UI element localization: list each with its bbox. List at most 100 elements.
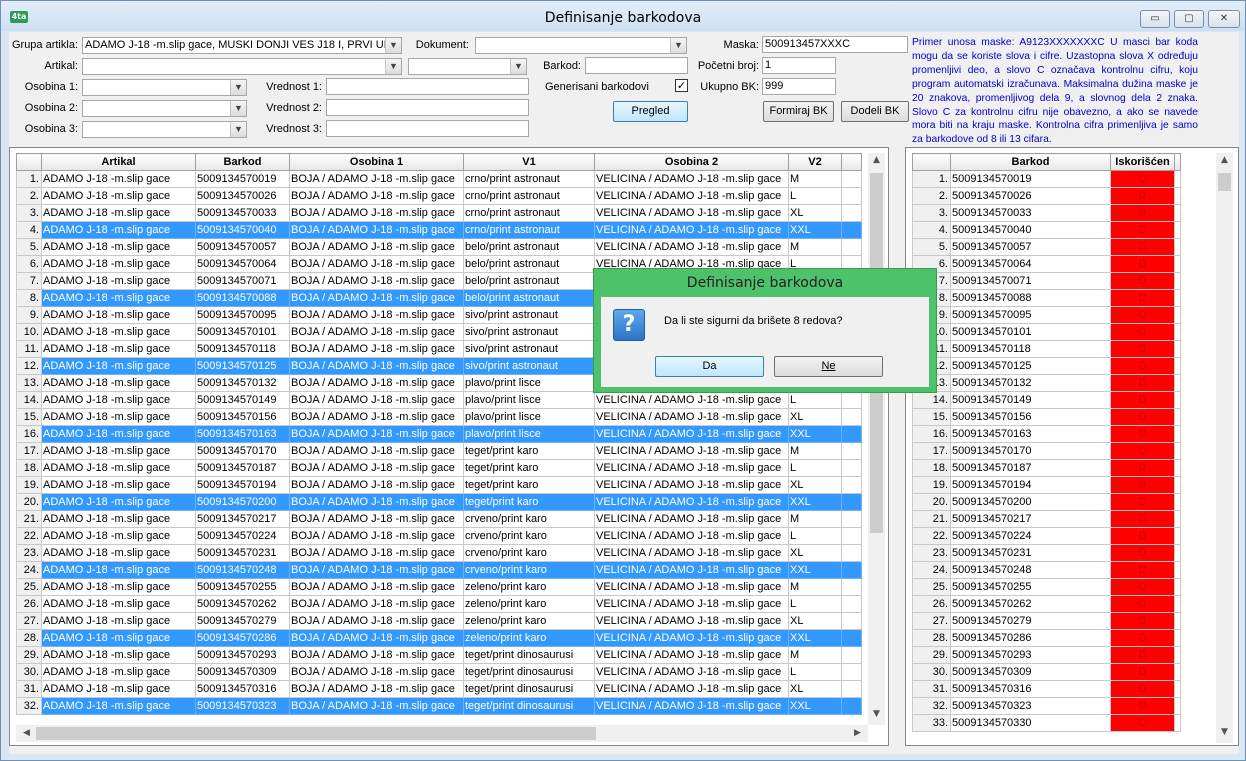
osobina3-combo[interactable]: ▼ bbox=[82, 121, 247, 138]
cell-osobina2[interactable]: VELICINA / ADAMO J-18 -m.slip gace bbox=[594, 425, 789, 443]
cell-osobina1[interactable]: BOJA / ADAMO J-18 -m.slip gace bbox=[289, 646, 464, 664]
cell-barkod[interactable]: 5009134570217 bbox=[195, 510, 290, 528]
col-header-osobina2[interactable]: Osobina 2 bbox=[594, 153, 789, 171]
cell-extra[interactable] bbox=[1174, 170, 1181, 188]
cell-osobina1[interactable]: BOJA / ADAMO J-18 -m.slip gace bbox=[289, 544, 464, 562]
row-number[interactable]: 30. bbox=[16, 663, 42, 681]
cell-v2[interactable]: XXL bbox=[788, 221, 842, 239]
cell-v1[interactable]: plavo/print lisce bbox=[463, 408, 595, 426]
cell-extra[interactable] bbox=[841, 238, 862, 256]
cell-extra[interactable] bbox=[1174, 391, 1181, 409]
main-horizontal-scrollbar[interactable]: ◀ ▶ bbox=[16, 725, 868, 742]
cell-v2[interactable]: L bbox=[788, 187, 842, 205]
cell-extra[interactable] bbox=[1174, 255, 1181, 273]
cell-iskoriscen[interactable]: D bbox=[1110, 374, 1175, 392]
cell-iskoriscen[interactable]: D bbox=[1110, 578, 1175, 596]
cell-v1[interactable]: zeleno/print karo bbox=[463, 612, 595, 630]
cell-v1[interactable]: sivo/print astronaut bbox=[463, 323, 595, 341]
artikal-combo[interactable]: ▼ bbox=[82, 58, 402, 75]
cell-extra[interactable] bbox=[1174, 629, 1181, 647]
cell-osobina1[interactable]: BOJA / ADAMO J-18 -m.slip gace bbox=[289, 425, 464, 443]
table-row[interactable]: 7. 5009134570071 D bbox=[912, 272, 1181, 290]
cell-v2[interactable]: L bbox=[788, 595, 842, 613]
table-row[interactable]: 26. ADAMO J-18 -m.slip gace 5009134570262 B… bbox=[16, 595, 862, 613]
cell-extra[interactable] bbox=[1174, 306, 1181, 324]
row-number[interactable]: 1. bbox=[912, 170, 951, 188]
cell-iskoriscen[interactable]: D bbox=[1110, 306, 1175, 324]
table-row[interactable]: 21. ADAMO J-18 -m.slip gace 5009134570217 B… bbox=[16, 510, 862, 528]
pregled-button[interactable]: Pregled bbox=[613, 101, 688, 122]
cell-osobina2[interactable]: VELICINA / ADAMO J-18 -m.slip gace bbox=[594, 612, 789, 630]
cell-osobina1[interactable]: BOJA / ADAMO J-18 -m.slip gace bbox=[289, 204, 464, 222]
table-row[interactable]: 5. 5009134570057 D bbox=[912, 238, 1181, 256]
table-row[interactable]: 24. 5009134570248 D bbox=[912, 561, 1181, 579]
cell-osobina1[interactable]: BOJA / ADAMO J-18 -m.slip gace bbox=[289, 170, 464, 188]
chevron-down-icon[interactable]: ▼ bbox=[510, 59, 526, 74]
cell-barkod[interactable]: 5009134570125 bbox=[950, 357, 1111, 375]
row-number[interactable]: 16. bbox=[912, 425, 951, 443]
barcode-vertical-scrollbar[interactable]: ▲ ▼ bbox=[1216, 153, 1233, 743]
cell-extra[interactable] bbox=[1174, 221, 1181, 239]
cell-v1[interactable]: zeleno/print karo bbox=[463, 595, 595, 613]
cell-osobina2[interactable]: VELICINA / ADAMO J-18 -m.slip gace bbox=[594, 204, 789, 222]
cell-extra[interactable] bbox=[1174, 408, 1181, 426]
cell-barkod[interactable]: 5009134570095 bbox=[950, 306, 1111, 324]
cell-barkod[interactable]: 5009134570026 bbox=[195, 187, 290, 205]
cell-v2[interactable]: L bbox=[788, 663, 842, 681]
row-number[interactable]: 32. bbox=[912, 697, 951, 715]
row-number[interactable]: 31. bbox=[16, 680, 42, 698]
cell-extra[interactable] bbox=[1174, 680, 1181, 698]
cell-barkod[interactable]: 5009134570125 bbox=[195, 357, 290, 375]
cell-iskoriscen[interactable]: D bbox=[1110, 680, 1175, 698]
table-row[interactable]: 10. 5009134570101 D bbox=[912, 323, 1181, 341]
cell-extra[interactable] bbox=[1174, 561, 1181, 579]
cell-artikal[interactable]: ADAMO J-18 -m.slip gace bbox=[41, 323, 196, 341]
cell-extra[interactable] bbox=[1174, 663, 1181, 681]
cell-osobina2[interactable]: VELICINA / ADAMO J-18 -m.slip gace bbox=[594, 527, 789, 545]
cell-v2[interactable]: XL bbox=[788, 544, 842, 562]
cell-iskoriscen[interactable]: D bbox=[1110, 612, 1175, 630]
formiraj-bk-button[interactable]: Formiraj BK bbox=[763, 101, 834, 122]
osobina1-combo[interactable]: ▼ bbox=[82, 79, 247, 96]
cell-extra[interactable] bbox=[841, 561, 862, 579]
row-number[interactable]: 10. bbox=[16, 323, 42, 341]
row-number[interactable]: 32. bbox=[16, 697, 42, 715]
scroll-left-icon[interactable]: ◀ bbox=[18, 728, 35, 738]
cell-extra[interactable] bbox=[841, 646, 862, 664]
chevron-down-icon[interactable]: ▼ bbox=[670, 38, 686, 53]
cell-v2[interactable]: XXL bbox=[788, 425, 842, 443]
cell-osobina2[interactable]: VELICINA / ADAMO J-18 -m.slip gace bbox=[594, 680, 789, 698]
col-header-v2[interactable]: V2 bbox=[788, 153, 842, 171]
row-number[interactable]: 26. bbox=[912, 595, 951, 613]
table-row[interactable]: 19. 5009134570194 D bbox=[912, 476, 1181, 494]
cell-barkod[interactable]: 5009134570132 bbox=[950, 374, 1111, 392]
table-row[interactable]: 11. 5009134570118 D bbox=[912, 340, 1181, 358]
dokument-combo[interactable]: ▼ bbox=[475, 37, 687, 54]
cell-barkod[interactable]: 5009134570033 bbox=[950, 204, 1111, 222]
cell-barkod[interactable]: 5009134570170 bbox=[950, 442, 1111, 460]
cell-iskoriscen[interactable]: D bbox=[1110, 595, 1175, 613]
table-row[interactable]: 4. ADAMO J-18 -m.slip gace 5009134570040 BO… bbox=[16, 221, 862, 239]
table-row[interactable]: 22. 5009134570224 D bbox=[912, 527, 1181, 545]
no-button[interactable]: Ne bbox=[774, 356, 883, 377]
table-row[interactable]: 23. 5009134570231 D bbox=[912, 544, 1181, 562]
cell-extra[interactable] bbox=[1174, 595, 1181, 613]
table-row[interactable]: 18. 5009134570187 D bbox=[912, 459, 1181, 477]
cell-barkod[interactable]: 5009134570323 bbox=[950, 697, 1111, 715]
cell-extra[interactable] bbox=[1174, 425, 1181, 443]
table-row[interactable]: 22. ADAMO J-18 -m.slip gace 5009134570224 B… bbox=[16, 527, 862, 545]
cell-barkod[interactable]: 5009134570194 bbox=[195, 476, 290, 494]
col-header-iskoriscen[interactable]: Iskorišćen bbox=[1110, 153, 1175, 171]
row-number[interactable]: 27. bbox=[912, 612, 951, 630]
table-row[interactable]: 25. 5009134570255 D bbox=[912, 578, 1181, 596]
cell-barkod[interactable]: 5009134570262 bbox=[195, 595, 290, 613]
table-row[interactable]: 29. 5009134570293 D bbox=[912, 646, 1181, 664]
cell-osobina1[interactable]: BOJA / ADAMO J-18 -m.slip gace bbox=[289, 663, 464, 681]
cell-iskoriscen[interactable]: D bbox=[1110, 459, 1175, 477]
cell-extra[interactable] bbox=[1174, 204, 1181, 222]
table-row[interactable]: 2. ADAMO J-18 -m.slip gace 5009134570026 BO… bbox=[16, 187, 862, 205]
cell-v1[interactable]: crveno/print karo bbox=[463, 544, 595, 562]
cell-iskoriscen[interactable]: D bbox=[1110, 340, 1175, 358]
cell-iskoriscen[interactable]: D bbox=[1110, 204, 1175, 222]
cell-v2[interactable]: M bbox=[788, 578, 842, 596]
